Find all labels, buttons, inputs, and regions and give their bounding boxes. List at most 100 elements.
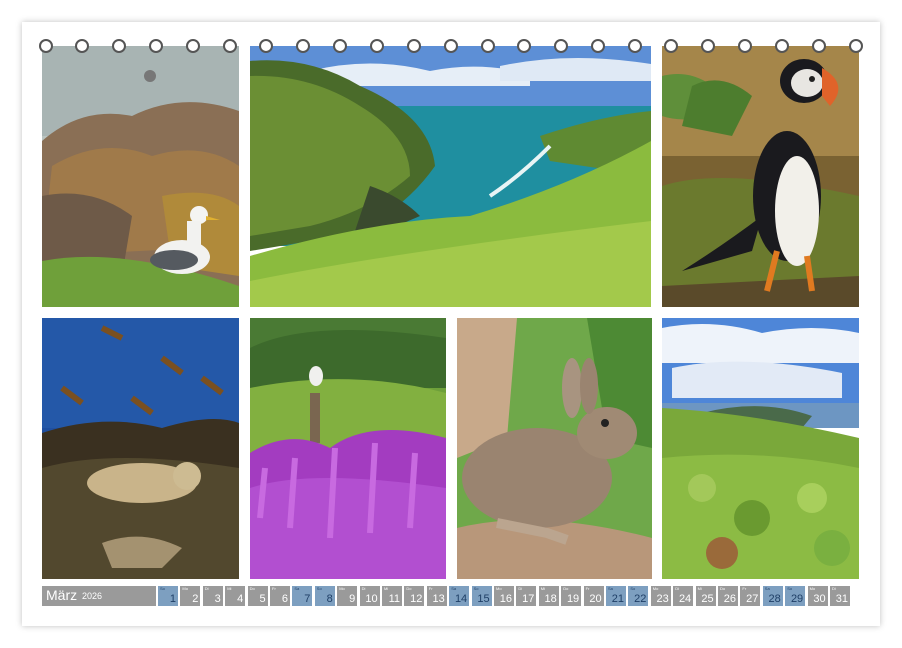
weekday-label: Di bbox=[361, 586, 366, 591]
day-cell: Mo 9 bbox=[337, 586, 358, 606]
day-number: 20 bbox=[589, 593, 602, 605]
binding-ring bbox=[628, 39, 642, 53]
weekday-label: Fr bbox=[742, 586, 747, 591]
day-number: 18 bbox=[544, 593, 557, 605]
day-cell: Mi 4 bbox=[225, 586, 246, 606]
weekday-label: Di bbox=[832, 586, 836, 591]
day-cell: Di 10 bbox=[359, 586, 380, 606]
day-number: 10 bbox=[365, 593, 378, 605]
day-cell: Do 26 bbox=[718, 586, 738, 606]
day-cell: Fr 6 bbox=[270, 586, 290, 606]
weekday-label: Mi bbox=[227, 586, 232, 591]
day-cell: Di 31 bbox=[830, 586, 850, 606]
day-number: 5 bbox=[259, 593, 266, 605]
weekday-label: Fr bbox=[272, 586, 276, 591]
day-cell: Mi 18 bbox=[538, 586, 559, 606]
binding-ring bbox=[223, 39, 237, 53]
day-number: 28 bbox=[768, 593, 781, 605]
day-cell: Sa 21 bbox=[606, 586, 626, 606]
weekday-label: Fr bbox=[585, 586, 590, 591]
day-cell: Fr 20 bbox=[583, 586, 604, 606]
day-number: 30 bbox=[813, 593, 826, 605]
day-number: 17 bbox=[522, 593, 535, 605]
weekday-label: So bbox=[787, 586, 793, 591]
day-number: 12 bbox=[410, 593, 423, 605]
weekday-label: Sa bbox=[608, 586, 613, 591]
photo-seal bbox=[42, 318, 239, 579]
day-number: 11 bbox=[388, 593, 400, 605]
day-number: 7 bbox=[304, 593, 311, 605]
day-cell: Mo 30 bbox=[807, 586, 828, 606]
day-number: 21 bbox=[611, 593, 624, 605]
weekday-label: Di bbox=[675, 586, 679, 591]
weekday-label: Mi bbox=[697, 586, 702, 591]
weekday-label: So bbox=[316, 586, 322, 591]
weekday-label: Fr bbox=[428, 586, 433, 591]
day-number: 29 bbox=[790, 593, 804, 605]
weekday-label: Mi bbox=[384, 586, 389, 591]
weekday-label: Mo bbox=[182, 586, 188, 591]
day-number: 3 bbox=[214, 593, 221, 605]
day-number: 4 bbox=[237, 593, 244, 605]
day-cell: Di 17 bbox=[516, 586, 537, 606]
photo-puffin bbox=[662, 46, 859, 307]
binding-ring bbox=[75, 39, 89, 53]
day-cell: Do 12 bbox=[404, 586, 425, 606]
binding-ring bbox=[370, 39, 384, 53]
month-name: März bbox=[46, 587, 78, 603]
weekday-label: So bbox=[160, 586, 165, 591]
binding-ring bbox=[407, 39, 421, 53]
day-number: 19 bbox=[566, 593, 580, 605]
day-number: 1 bbox=[169, 593, 176, 605]
day-number: 8 bbox=[326, 593, 333, 605]
day-cell: Sa 28 bbox=[762, 586, 783, 606]
date-bar: März 2026 So 1 Mo 2 Di 3 Mi 4 Do 5 Fr 6 Sa 7 So 8 Mo 9 Di 1… bbox=[42, 586, 860, 606]
day-cell: Sa 7 bbox=[292, 586, 313, 606]
binding-ring bbox=[775, 39, 789, 53]
photo-coastal-meadow bbox=[662, 318, 859, 579]
binding-ring bbox=[738, 39, 752, 53]
day-cell: So 22 bbox=[628, 586, 649, 606]
day-cell: Fr 13 bbox=[426, 586, 447, 606]
day-number: 23 bbox=[656, 593, 669, 605]
day-number: 2 bbox=[192, 593, 199, 605]
day-number: 14 bbox=[454, 593, 468, 605]
binding-ring bbox=[112, 39, 126, 53]
day-number: 24 bbox=[678, 593, 692, 605]
day-cell: Mi 11 bbox=[382, 586, 402, 606]
binding-ring bbox=[39, 39, 53, 53]
binding-ring bbox=[296, 39, 310, 53]
weekday-label: Do bbox=[406, 586, 412, 591]
day-cell: Mo 2 bbox=[180, 586, 201, 606]
month-year: 2026 bbox=[82, 591, 103, 601]
binding-ring bbox=[554, 39, 568, 53]
day-number: 13 bbox=[432, 593, 445, 605]
day-cell: Di 3 bbox=[202, 586, 223, 606]
month-label: März 2026 bbox=[42, 586, 156, 606]
weekday-label: Mi bbox=[540, 586, 546, 591]
binding-ring bbox=[333, 39, 347, 53]
weekday-label: Do bbox=[249, 586, 255, 591]
day-number: 22 bbox=[634, 593, 647, 605]
photo-heather-bird bbox=[250, 318, 446, 579]
day-number: 15 bbox=[477, 593, 490, 605]
day-number: 27 bbox=[746, 593, 759, 605]
day-cell: Do 19 bbox=[561, 586, 582, 606]
weekday-label: Do bbox=[720, 586, 726, 591]
weekday-label: Mo bbox=[809, 586, 816, 591]
day-cell: So 15 bbox=[471, 586, 492, 606]
day-cell: So 29 bbox=[785, 586, 806, 606]
day-cell: Sa 14 bbox=[449, 586, 470, 606]
binding-ring bbox=[186, 39, 200, 53]
binding-ring bbox=[149, 39, 163, 53]
day-number: 16 bbox=[499, 593, 512, 605]
binding-ring bbox=[664, 39, 678, 53]
binding-ring bbox=[812, 39, 826, 53]
day-cell: So 1 bbox=[158, 586, 178, 606]
weekday-label: Mo bbox=[339, 586, 345, 591]
day-cell: Di 24 bbox=[673, 586, 694, 606]
binding-ring bbox=[701, 39, 715, 53]
day-number: 31 bbox=[835, 593, 848, 605]
weekday-label: Di bbox=[518, 586, 523, 591]
binding-ring bbox=[849, 39, 863, 53]
